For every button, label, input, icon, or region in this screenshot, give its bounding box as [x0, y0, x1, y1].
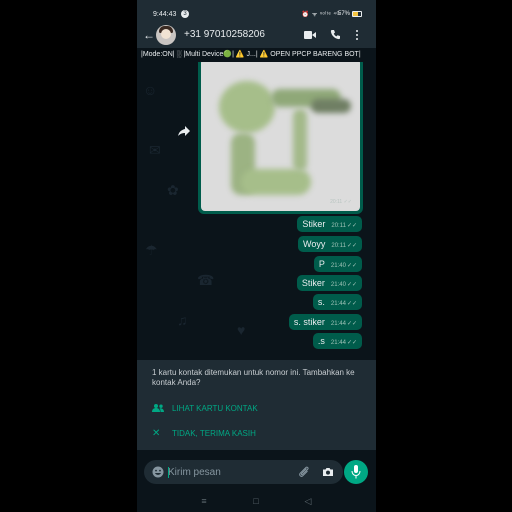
avatar[interactable] [156, 25, 176, 45]
people-icon [152, 404, 164, 412]
wallpaper-doodle-icon: ☺ [143, 82, 158, 98]
read-receipt-icon: ✓✓ [346, 321, 357, 327]
wallpaper-doodle-icon: ☎ [197, 272, 215, 288]
wallpaper-doodle-icon: ♫ [177, 312, 188, 328]
outgoing-message[interactable]: Stiker 20:11✓✓ [297, 216, 362, 232]
battery-level-fill [353, 12, 358, 16]
dismiss-button[interactable]: ✕ TIDAK, TERIMA KASIH [152, 428, 256, 440]
avatar-face [161, 29, 171, 39]
sticker-image: 20:11 ✓✓ [201, 62, 360, 211]
message-timestamp: 21:40 [330, 282, 346, 288]
battery-icon [352, 11, 362, 17]
read-receipt-icon: ✓✓ [346, 340, 357, 346]
view-contact-button[interactable]: LIHAT KARTU KONTAK [152, 403, 258, 415]
contact-bio-marquee: |Mode:ON| ░ |Multi Device🟢| ⚠️ J...| ⚠️ … [137, 48, 376, 62]
wallpaper-doodle-icon: ✿ [167, 182, 179, 198]
chat-area[interactable]: ☺ ✿ ☂ ♫ ✉ ☎ ♥ ✈ 20:11 ✓✓ Stiker20:11✓✓Wo… [137, 62, 376, 360]
notification-count-badge: 3 [181, 10, 189, 18]
input-area [137, 450, 376, 492]
sticker-timestamp: 20:11 ✓✓ [330, 199, 352, 205]
read-receipt-icon: ✓✓ [346, 243, 357, 249]
message-text: .s [317, 336, 325, 346]
read-receipt-icon: ✓✓ [346, 223, 357, 229]
outgoing-message[interactable]: Woyy 20:11✓✓ [298, 236, 362, 252]
emoji-icon[interactable] [152, 466, 164, 478]
message-text: Stiker [301, 278, 325, 288]
back-nav-icon[interactable]: ◁ [303, 496, 313, 506]
sticker-blob [241, 169, 311, 195]
back-arrow-icon[interactable]: ← [143, 28, 155, 42]
outgoing-message[interactable]: s. 21:44✓✓ [312, 294, 362, 310]
outgoing-message[interactable]: P 21:40✓✓ [313, 256, 362, 272]
sticker-blob [219, 81, 275, 133]
message-timestamp: 21:44 [330, 321, 346, 327]
microphone-icon [351, 465, 361, 479]
attach-icon[interactable] [298, 466, 310, 478]
message-composer[interactable] [144, 460, 343, 484]
unknown-contact-panel: 1 kartu kontak ditemukan untuk nomor ini… [137, 360, 376, 450]
phone-screen: 9:44:43 3 ⏰ ᯤ ᵛᵒˡᵗᵉ ⁴ᴳ 57% ← +31 9701025… [137, 0, 376, 512]
message-text: Stiker [302, 219, 326, 229]
chat-header: ← +31 97010258206 [137, 22, 376, 48]
outgoing-message[interactable]: s. stiker 21:44✓✓ [288, 314, 362, 330]
message-timestamp: 20:11 [331, 223, 346, 229]
wallpaper-doodle-icon: ✉ [149, 142, 161, 158]
outgoing-message[interactable]: .s 21:44✓✓ [312, 333, 362, 349]
sticker-blob [311, 99, 351, 113]
phone-call-icon[interactable] [330, 29, 341, 40]
read-receipt-icon: ✓✓ [346, 301, 357, 307]
text-cursor [168, 467, 169, 478]
message-text: s. stiker [293, 317, 325, 327]
message-text: s. [317, 297, 325, 307]
sticker-blob [293, 109, 307, 171]
dismiss-label: TIDAK, TERIMA KASIH [172, 429, 256, 438]
message-input[interactable] [168, 460, 288, 484]
battery-percentage: 57% [337, 11, 350, 17]
contact-name[interactable]: +31 97010258206 [184, 29, 265, 40]
message-timestamp: 20:11 [331, 243, 346, 249]
read-receipt-icon: ✓✓ [346, 282, 357, 288]
sticker-message[interactable]: 20:11 ✓✓ [198, 62, 363, 214]
camera-icon[interactable] [322, 466, 334, 478]
message-timestamp: 21:44 [330, 340, 346, 346]
close-icon: ✕ [152, 428, 161, 439]
forward-share-icon[interactable] [178, 126, 190, 136]
message-text: P [318, 259, 325, 269]
status-icons: ⏰ ᯤ ᵛᵒˡᵗᵉ ⁴ᴳ [301, 12, 340, 18]
more-vert-icon[interactable] [354, 28, 360, 42]
view-contact-label: LIHAT KARTU KONTAK [172, 404, 258, 413]
message-text: Woyy [303, 239, 326, 249]
system-nav-bar: ≡ □ ◁ [137, 492, 376, 512]
wallpaper-doodle-icon: ☂ [145, 242, 158, 258]
video-call-icon[interactable] [304, 30, 316, 40]
message-timestamp: 21:44 [330, 301, 346, 307]
unknown-contact-text: 1 kartu kontak ditemukan untuk nomor ini… [152, 368, 355, 387]
recent-apps-icon[interactable]: ≡ [199, 496, 209, 506]
status-time: 9:44:43 [153, 11, 177, 18]
read-receipt-icon: ✓✓ [346, 263, 357, 269]
outgoing-message[interactable]: Stiker 21:40✓✓ [296, 275, 362, 291]
wallpaper-doodle-icon: ♥ [237, 322, 246, 338]
message-timestamp: 21:40 [330, 263, 346, 269]
home-icon[interactable]: □ [251, 496, 261, 506]
voice-message-button[interactable] [344, 460, 368, 484]
